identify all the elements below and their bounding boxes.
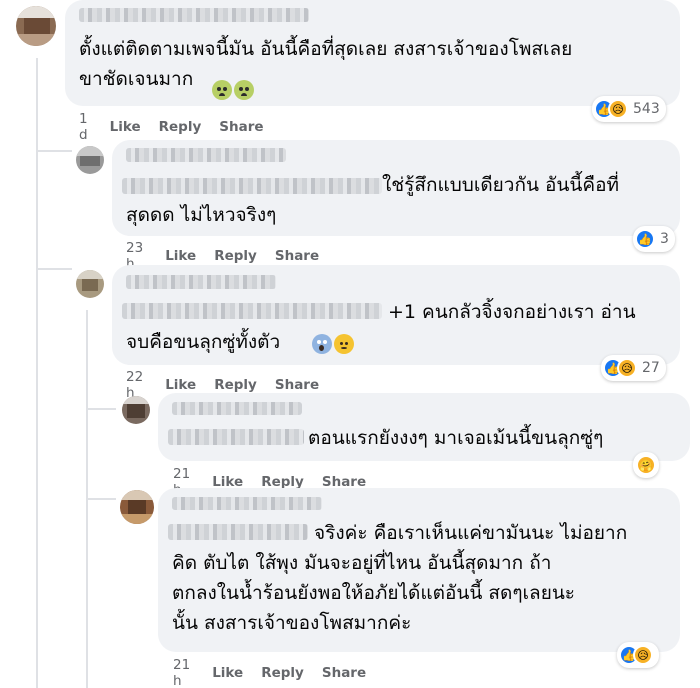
reply-button[interactable]: Reply xyxy=(159,119,202,135)
sad-icon: 😥 xyxy=(608,99,628,119)
avatar[interactable] xyxy=(76,270,104,298)
share-button[interactable]: Share xyxy=(219,119,263,135)
thread-line xyxy=(36,268,72,270)
comment-text: ใช่รู้สึกแบบเดียวกัน อันนี้คือที่ สุดดด … xyxy=(126,174,620,226)
thread-line xyxy=(86,498,116,500)
care-icon: 🤗 xyxy=(636,455,656,475)
avatar[interactable] xyxy=(76,146,104,174)
reply-button[interactable]: Reply xyxy=(214,248,257,264)
reply-button[interactable]: Reply xyxy=(214,377,257,393)
avatar[interactable] xyxy=(120,490,154,524)
emoji-row xyxy=(212,80,256,101)
author-name[interactable] xyxy=(126,275,276,289)
comment-meta: 1 d Like Reply Share xyxy=(79,111,264,143)
comment-text: จริงค่ะ คือเราเห็นแค่ขามันนะ ไม่อยาก คิด… xyxy=(172,522,628,634)
sad-icon: 😥 xyxy=(633,645,653,665)
comment-text: ตอนแรกยังงงๆ มาเจอเม้นนี้ขนลุกซู่ๆ xyxy=(308,427,604,449)
comment-bubble: จริงค่ะ คือเราเห็นแค่ขามันนะ ไม่อยาก คิด… xyxy=(158,488,680,652)
reaction-summary[interactable]: 🤗 xyxy=(633,452,659,478)
share-button[interactable]: Share xyxy=(275,248,319,264)
share-button[interactable]: Share xyxy=(275,377,319,393)
sick-emoji xyxy=(234,80,254,100)
avatar[interactable] xyxy=(122,396,150,424)
thread-line xyxy=(86,408,116,410)
comment-bubble: ใช่รู้สึกแบบเดียวกัน อันนี้คือที่ สุดดด … xyxy=(112,140,680,236)
share-button[interactable]: Share xyxy=(322,665,366,681)
reply-button[interactable]: Reply xyxy=(261,665,304,681)
reaction-count: 543 xyxy=(633,101,660,117)
comment-text: ตั้งแต่ติดตามเพจนี้มัน อันนี้คือที่สุดเล… xyxy=(79,38,573,90)
like-button[interactable]: Like xyxy=(110,119,141,135)
comment-bubble: ตั้งแต่ติดตามเพจนี้มัน อันนี้คือที่สุดเล… xyxy=(65,0,680,106)
thread-line xyxy=(36,58,38,688)
sweat-emoji xyxy=(334,334,354,354)
like-button[interactable]: Like xyxy=(165,377,196,393)
screaming-emoji xyxy=(312,334,332,354)
reaction-count: 3 xyxy=(660,231,669,247)
like-button[interactable]: Like xyxy=(212,665,243,681)
author-name[interactable] xyxy=(126,148,286,162)
author-name[interactable] xyxy=(79,8,309,22)
like-icon: 👍 xyxy=(635,229,655,249)
reaction-summary[interactable]: 👍 3 xyxy=(633,226,675,252)
author-name[interactable] xyxy=(172,497,322,510)
thread-line xyxy=(36,150,72,152)
reaction-summary[interactable]: 👍 😥 543 xyxy=(592,96,666,122)
like-button[interactable]: Like xyxy=(165,248,196,264)
timestamp[interactable]: 1 d xyxy=(79,111,88,143)
comment-bubble: +1 คนกลัวจิ้งจกอย่างเรา อ่าน จบคือขนลุกซ… xyxy=(112,265,680,365)
avatar[interactable] xyxy=(16,6,56,46)
sad-icon: 😥 xyxy=(617,358,637,378)
reaction-summary[interactable]: 👍 😥 xyxy=(617,642,659,668)
sick-emoji xyxy=(212,80,232,100)
author-name[interactable] xyxy=(172,402,302,415)
emoji-row xyxy=(312,334,356,355)
comment-bubble: ตอนแรกยังงงๆ มาเจอเม้นนี้ขนลุกซู่ๆ xyxy=(158,393,690,461)
timestamp[interactable]: 21 h xyxy=(173,657,190,688)
reaction-count: 27 xyxy=(642,360,660,376)
comment-meta: 21 h Like Reply Share xyxy=(173,657,366,688)
comment-text: +1 คนกลัวจิ้งจกอย่างเรา อ่าน จบคือขนลุกซ… xyxy=(126,301,636,353)
reaction-summary[interactable]: 👍 😥 27 xyxy=(601,355,666,381)
